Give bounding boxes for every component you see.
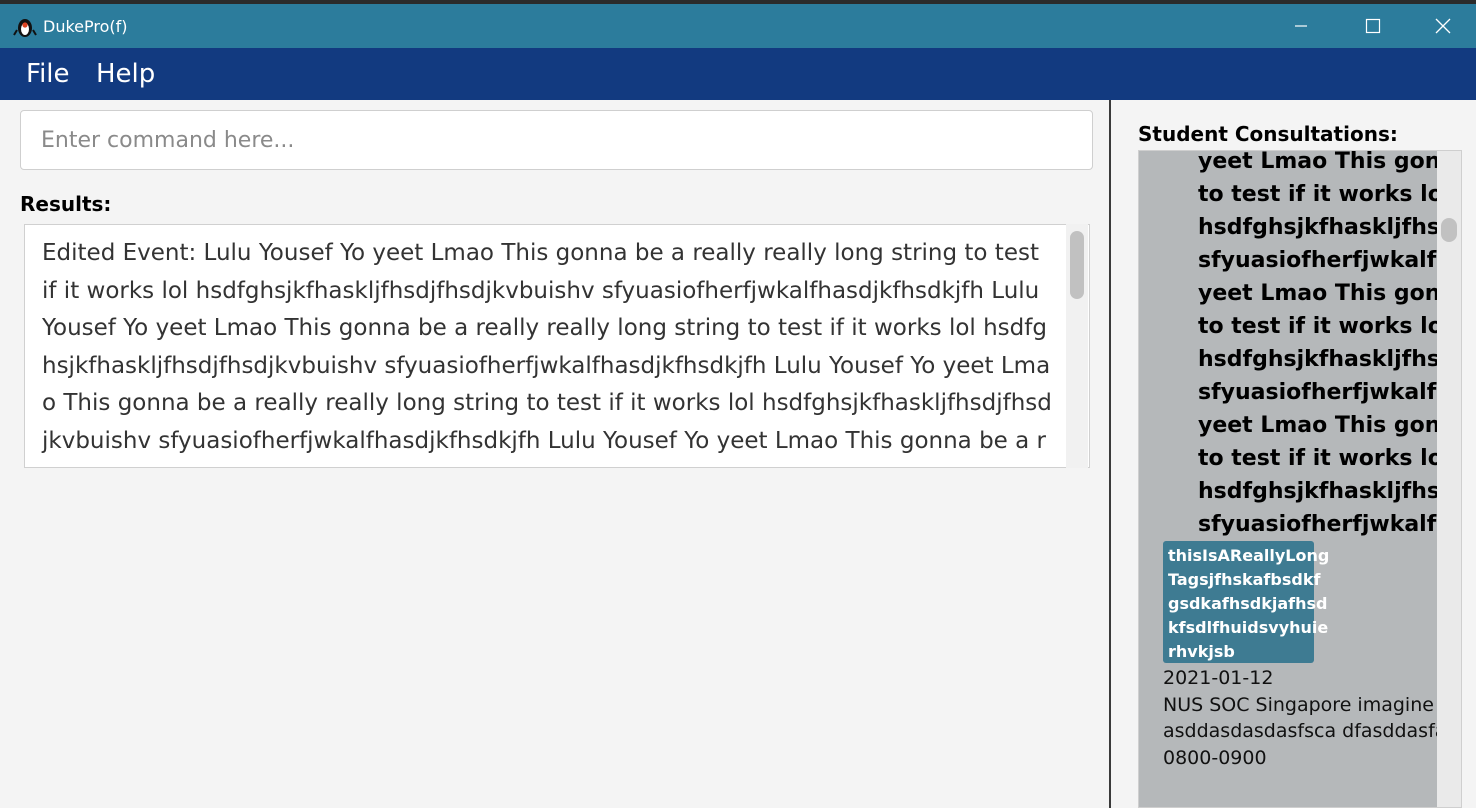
- results-scrollbar-thumb[interactable]: [1070, 231, 1084, 299]
- description-line: hsdfghsjkfhaskljfhsdj: [1198, 347, 1437, 372]
- command-box: [20, 110, 1093, 170]
- minimize-button[interactable]: [1266, 4, 1336, 48]
- description-line: sfyuasiofherfjwkalfhas: [1198, 380, 1437, 405]
- description-line: yeet Lmao This gonna: [1198, 151, 1437, 174]
- results-text: Edited Event: Lulu Yousef Yo yeet Lmao T…: [42, 240, 1052, 467]
- menu-bar: File Help: [0, 48, 1476, 100]
- description-line: yeet Lmao This gonna: [1198, 413, 1437, 438]
- consultation-info: asddasdasdasfsca dfasddasfaf: [1163, 720, 1437, 742]
- description-line: to test if it works lol: [1198, 446, 1437, 471]
- tag-text-line: rhvkjsb: [1168, 642, 1235, 661]
- consultation-card[interactable]: yeet Lmao This gonna to test if it works…: [1139, 151, 1437, 807]
- menu-file[interactable]: File: [26, 58, 70, 90]
- results-scrollbar[interactable]: [1066, 224, 1088, 468]
- description-line: hsdfghsjkfhaskljfhsdj: [1198, 215, 1437, 240]
- command-input[interactable]: [21, 111, 1092, 169]
- results-display[interactable]: Edited Event: Lulu Yousef Yo yeet Lmao T…: [24, 224, 1090, 468]
- maximize-icon: [1365, 18, 1381, 34]
- close-icon: [1435, 18, 1451, 34]
- description-line: hsdfghsjkfhaskljfhsdj: [1198, 479, 1437, 504]
- tag-text-line: thisIsAReallyLong: [1168, 546, 1330, 565]
- description-line: to test if it works lol: [1198, 314, 1437, 339]
- consultation-location: NUS SOC Singapore imagine th: [1163, 694, 1437, 716]
- consultation-time: 0800-0900: [1163, 747, 1267, 769]
- consultations-scrollbar-thumb[interactable]: [1441, 218, 1457, 242]
- description-line: to test if it works lol: [1198, 182, 1437, 207]
- menu-help[interactable]: Help: [96, 58, 155, 90]
- tag-text-line: Tagsjfhskafbsdkf: [1168, 570, 1321, 589]
- consultation-date: 2021-01-12: [1163, 667, 1274, 689]
- consultations-list[interactable]: yeet Lmao This gonna to test if it works…: [1138, 150, 1462, 808]
- minimize-icon: [1295, 25, 1307, 27]
- tag-text-line: gsdkafhsdkjafhsd: [1168, 594, 1328, 613]
- description-line: sfyuasiofherfjwkalfhas: [1198, 512, 1437, 537]
- description-line: sfyuasiofherfjwkalfhas: [1198, 248, 1437, 273]
- title-bar-edge: [0, 0, 1476, 4]
- description-line: yeet Lmao This gonna: [1198, 281, 1437, 306]
- close-button[interactable]: [1408, 4, 1476, 48]
- tag-badge: thisIsAReallyLong Tagsjfhskafbsdkf gsdka…: [1163, 541, 1330, 663]
- consultation-description: yeet Lmao This gonna to test if it works…: [1198, 151, 1437, 541]
- tag-text-line: kfsdlfhuidsvyhuie: [1168, 618, 1329, 637]
- window-title: DukePro(f): [43, 17, 128, 36]
- maximize-button[interactable]: [1338, 4, 1408, 48]
- duke-mascot-icon: [13, 16, 37, 38]
- consultations-label: Student Consultations:: [1138, 122, 1398, 146]
- results-label: Results:: [20, 192, 112, 216]
- title-bar: DukePro(f): [0, 0, 1476, 48]
- consultations-scrollbar[interactable]: [1437, 151, 1461, 807]
